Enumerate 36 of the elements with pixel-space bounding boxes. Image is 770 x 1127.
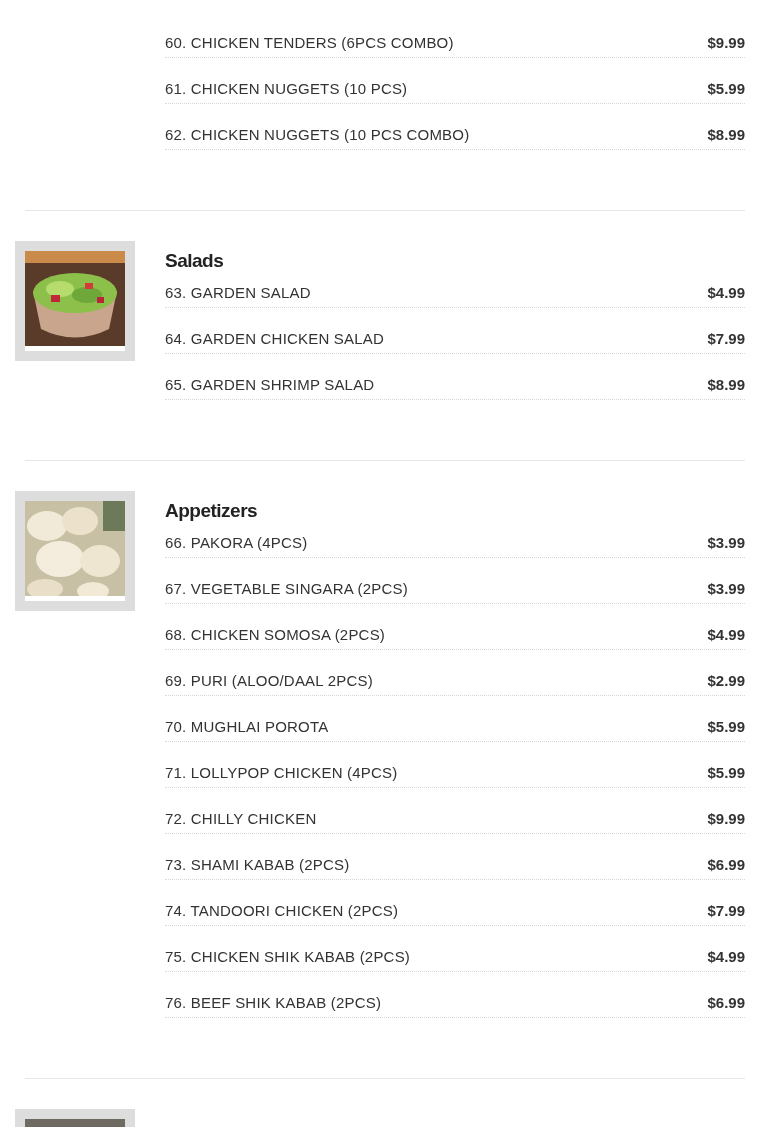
section-title: Salads xyxy=(165,249,225,273)
menu-item-price: $6.99 xyxy=(707,993,745,1013)
menu-item-price: $7.99 xyxy=(707,901,745,921)
menu-item-name: 71. LOLLYPOP CHICKEN (4PCS) xyxy=(165,763,398,783)
menu-item-name: 74. TANDOORI CHICKEN (2PCS) xyxy=(165,901,399,921)
menu-item-price: $7.99 xyxy=(707,329,745,349)
section-title: Appetizers xyxy=(165,499,259,523)
menu-item-price: $3.99 xyxy=(707,533,745,553)
menu-item-price: $4.99 xyxy=(707,625,745,645)
menu-item-name: 75. CHICKEN SHIK KABAB (2PCS) xyxy=(165,947,411,967)
menu-item-name: 66. PAKORA (4PCS) xyxy=(165,533,308,553)
menu-item-name: 69. PURI (ALOO/DAAL 2PCS) xyxy=(165,671,373,691)
menu-item-name: 65. GARDEN SHRIMP SALAD xyxy=(165,375,375,395)
menu-item-price: $9.99 xyxy=(707,33,745,53)
menu-item-price: $2.99 xyxy=(707,671,745,691)
menu-item-price: $8.99 xyxy=(707,375,745,395)
menu-item-price: $5.99 xyxy=(707,717,745,737)
menu-item-price: $3.99 xyxy=(707,579,745,599)
menu-item-price: $4.99 xyxy=(707,947,745,967)
menu-item-price: $5.99 xyxy=(707,79,745,99)
menu-item-name: 64. GARDEN CHICKEN SALAD xyxy=(165,329,385,349)
menu-item-name: 62. CHICKEN NUGGETS (10 PCS COMBO) xyxy=(165,125,470,145)
menu-item-name: 70. MUGHLAI POROTA xyxy=(165,717,329,737)
menu-item-name: 67. VEGETABLE SINGARA (2PCS) xyxy=(165,579,408,599)
menu-item-name: 73. SHAMI KABAB (2PCS) xyxy=(165,855,350,875)
menu-item-name: 68. CHICKEN SOMOSA (2PCS) xyxy=(165,625,386,645)
menu-item-name: 61. CHICKEN NUGGETS (10 PCS) xyxy=(165,79,408,99)
menu-item-name: 72. CHILLY CHICKEN xyxy=(165,809,317,829)
menu-item-name: 60. CHICKEN TENDERS (6PCS COMBO) xyxy=(165,33,454,53)
menu-item-name: 63. GARDEN SALAD xyxy=(165,283,311,303)
menu-item-name: 76. BEEF SHIK KABAB (2PCS) xyxy=(165,993,382,1013)
menu-item-price: $8.99 xyxy=(707,125,745,145)
menu-item-price: $4.99 xyxy=(707,283,745,303)
menu-item-price: $9.99 xyxy=(707,809,745,829)
menu-item-price: $6.99 xyxy=(707,855,745,875)
menu-item-price: $5.99 xyxy=(707,763,745,783)
